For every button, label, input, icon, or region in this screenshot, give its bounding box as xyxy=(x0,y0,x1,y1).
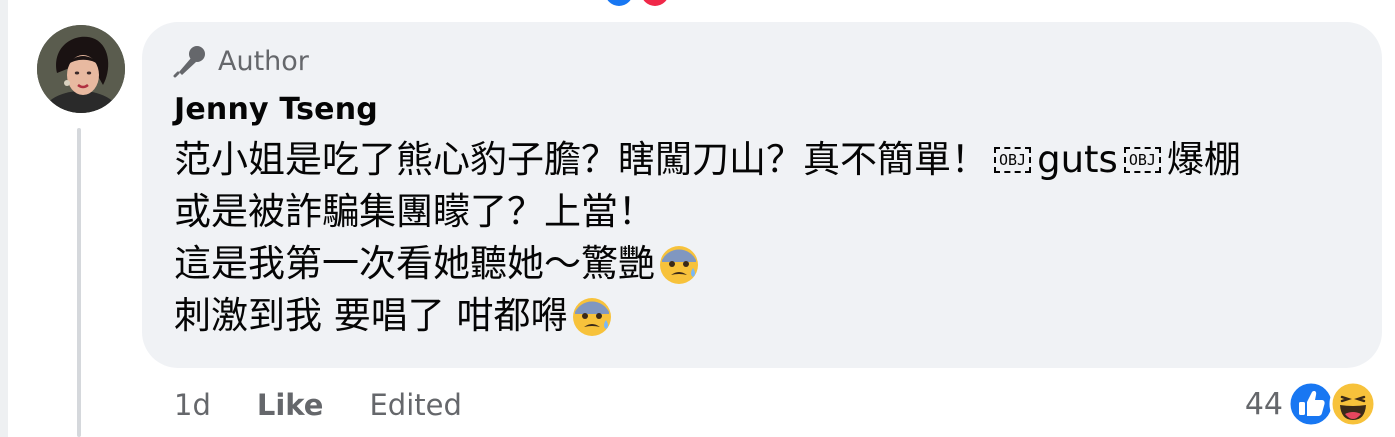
comment-line-1: 范小姐是吃了熊心豹子膽？瞎闖刀山？真不簡單！ OBJ guts OBJ 爆棚 xyxy=(174,134,1374,186)
comment-line-4-text: 刺激到我 要唱了 咁都嘚 xyxy=(174,294,568,337)
reaction-count: 44 xyxy=(1244,386,1283,422)
comment-line-3-text: 這是我第一次看她聽她～驚艷 xyxy=(174,242,655,285)
top-reaction-dots xyxy=(605,0,669,6)
reaction-summary[interactable]: 44 xyxy=(1245,378,1377,430)
avatar[interactable] xyxy=(37,25,125,113)
anxious-sweat-face-icon xyxy=(570,294,614,338)
comment-line-1-part-a: 范小姐是吃了熊心豹子膽？瞎闖刀山？真不簡單！ xyxy=(174,138,988,181)
microphone-icon xyxy=(173,46,205,78)
comment-line-1-part-c: 爆棚 xyxy=(1166,138,1241,181)
comment-text: 范小姐是吃了熊心豹子膽？瞎闖刀山？真不簡單！ OBJ guts OBJ 爆棚 或… xyxy=(174,134,1374,342)
avatar-image xyxy=(37,25,125,113)
like-icon xyxy=(1287,380,1335,428)
comment-line-2: 或是被詐騙集團矇了？上當！ xyxy=(174,186,1374,238)
obj-placeholder-2: OBJ xyxy=(1123,147,1161,173)
comment-line-4: 刺激到我 要唱了 咁都嘚 xyxy=(174,290,1374,342)
author-badge: Author xyxy=(172,44,309,78)
top-dot-blue xyxy=(605,0,633,6)
comment-line-1-part-b: guts xyxy=(1037,138,1118,181)
author-name[interactable]: Jenny Tseng xyxy=(174,92,378,127)
anxious-sweat-face-icon xyxy=(657,242,701,286)
haha-icon xyxy=(1329,380,1377,428)
badge-label: Author xyxy=(218,45,309,77)
comment-actions: 1d Like Edited xyxy=(174,384,462,426)
left-gutter xyxy=(0,0,8,437)
obj-placeholder-1: OBJ xyxy=(994,147,1032,173)
edited-label[interactable]: Edited xyxy=(369,388,461,422)
comment-line-2-text: 或是被詐騙集團矇了？上當！ xyxy=(174,190,655,233)
like-button[interactable]: Like xyxy=(257,388,324,422)
thread-line xyxy=(77,128,81,437)
comment-screenshot: Author Jenny Tseng 范小姐是吃了熊心豹子膽？瞎闖刀山？真不簡單… xyxy=(0,0,1395,437)
comment-line-3: 這是我第一次看她聽她～驚艷 xyxy=(174,238,1374,290)
top-dot-red xyxy=(641,0,669,6)
comment-timestamp[interactable]: 1d xyxy=(174,388,211,422)
